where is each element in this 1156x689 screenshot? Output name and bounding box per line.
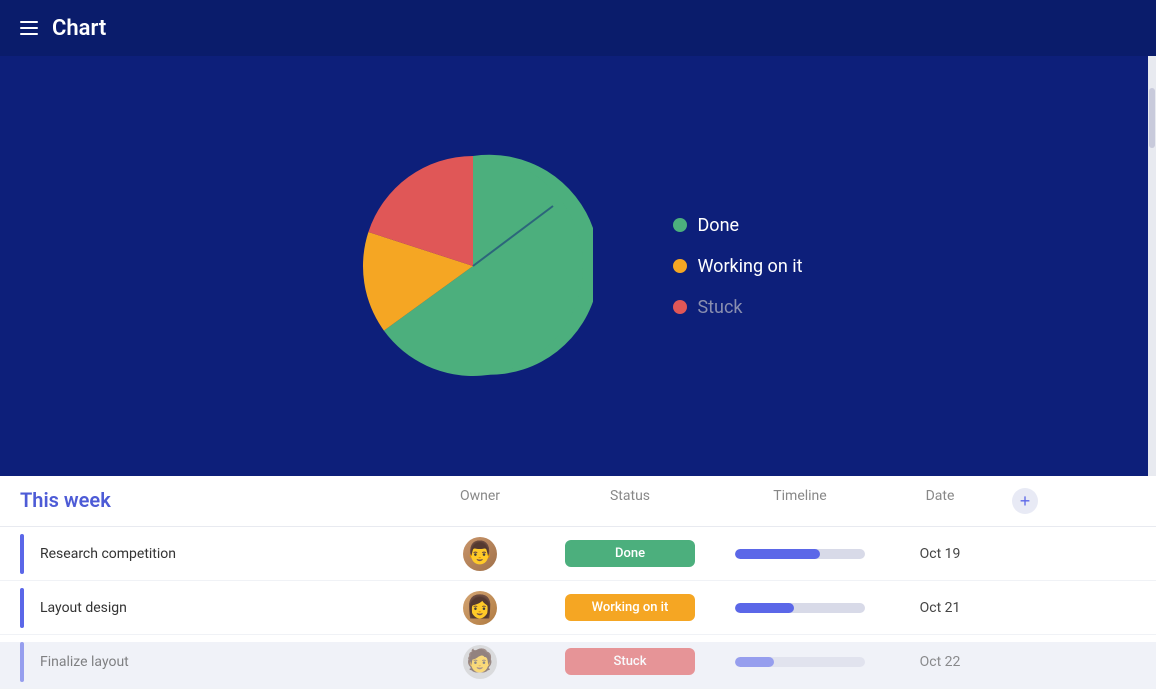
row-border-1 (20, 534, 24, 574)
page-title: Chart (52, 16, 106, 41)
scrollbar[interactable] (1148, 56, 1156, 476)
section-title: This week (20, 488, 420, 514)
table-section: This week Owner Status Timeline Date + R… (0, 476, 1156, 642)
col-status: Status (540, 488, 720, 514)
task-name-1: Research competition (40, 546, 176, 562)
add-column-button[interactable]: + (1012, 488, 1038, 514)
stuck-dot (673, 300, 687, 314)
task-name-3: Finalize layout (40, 654, 129, 670)
date-1: Oct 19 (880, 546, 1000, 562)
avatar-2 (463, 591, 497, 625)
row-border-2 (20, 588, 24, 628)
pie-chart (353, 146, 593, 386)
task-name-2: Layout design (40, 600, 127, 616)
table-header: This week Owner Status Timeline Date + (0, 476, 1156, 527)
timeline-track-3 (735, 657, 865, 667)
status-badge-1: Done (540, 540, 720, 567)
status-badge-3: Stuck (540, 648, 720, 675)
timeline-fill-3 (735, 657, 774, 667)
timeline-fill-1 (735, 549, 820, 559)
row-name-1: Research competition (20, 534, 420, 574)
col-date: Date (880, 488, 1000, 514)
row-name-3: Finalize layout (20, 642, 420, 682)
table-row: Research competition Done Oct 19 (0, 527, 1156, 581)
legend-label-working: Working on it (697, 256, 802, 277)
menu-icon[interactable] (20, 21, 38, 35)
date-3: Oct 22 (880, 654, 1000, 670)
chart-container: Done Working on it Stuck (353, 146, 802, 386)
legend-label-stuck: Stuck (697, 297, 742, 318)
avatar-3 (463, 645, 497, 679)
timeline-1 (720, 549, 880, 559)
chart-legend: Done Working on it Stuck (673, 215, 802, 318)
avatar-1 (463, 537, 497, 571)
legend-item-working: Working on it (673, 256, 802, 277)
col-owner: Owner (420, 488, 540, 514)
legend-item-done: Done (673, 215, 802, 236)
timeline-track-1 (735, 549, 865, 559)
date-2: Oct 21 (880, 600, 1000, 616)
legend-item-stuck: Stuck (673, 297, 802, 318)
table-row: Layout design Working on it Oct 21 (0, 581, 1156, 635)
legend-label-done: Done (697, 215, 739, 236)
timeline-2 (720, 603, 880, 613)
done-dot (673, 218, 687, 232)
working-dot (673, 259, 687, 273)
row-name-2: Layout design (20, 588, 420, 628)
status-label-2: Working on it (565, 594, 695, 621)
status-label-1: Done (565, 540, 695, 567)
scrollbar-thumb[interactable] (1149, 88, 1155, 148)
row-border-3 (20, 642, 24, 682)
timeline-fill-2 (735, 603, 794, 613)
status-label-3: Stuck (565, 648, 695, 675)
table-row: Finalize layout Stuck Oct 22 (0, 635, 1156, 689)
chart-section: Done Working on it Stuck (0, 56, 1156, 476)
timeline-track-2 (735, 603, 865, 613)
timeline-3 (720, 657, 880, 667)
app-header: Chart (0, 0, 1156, 56)
status-badge-2: Working on it (540, 594, 720, 621)
col-timeline: Timeline (720, 488, 880, 514)
